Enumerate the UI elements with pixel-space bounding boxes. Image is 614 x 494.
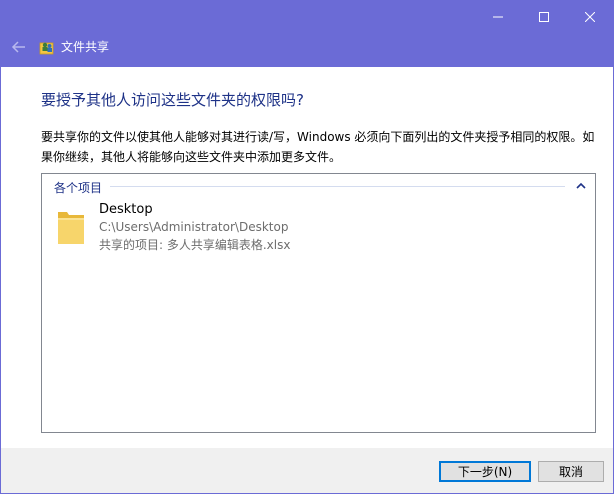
item-path: C:\Users\Administrator\Desktop <box>99 220 289 234</box>
back-button[interactable] <box>11 39 27 55</box>
list-item[interactable]: Desktop C:\Users\Administrator\Desktop 共… <box>56 202 576 252</box>
collapse-group-button[interactable] <box>575 180 587 192</box>
chevron-up-icon <box>576 182 586 189</box>
maximize-icon <box>539 12 549 22</box>
close-icon <box>585 12 595 22</box>
window-title: 文件共享 <box>61 40 110 54</box>
title-bar: 文件共享 <box>1 1 613 67</box>
item-shared-info: 共享的项目: 多人共享编辑表格.xlsx <box>99 238 291 252</box>
file-sharing-window: 文件共享 要授予其他人访问这些文件夹的权限吗? 要共享你的文件以使其他人能够对其… <box>0 0 614 494</box>
file-sharing-icon <box>39 39 55 55</box>
folder-icon <box>56 206 86 246</box>
folder-list[interactable]: 各个项目 Desktop C:\Users\Administrator\Desk… <box>41 173 596 433</box>
group-divider <box>110 186 565 187</box>
description-text: 要共享你的文件以使其他人能够对其进行读/写，Windows 必须向下面列出的文件… <box>41 130 595 164</box>
group-label: 各个项目 <box>54 181 103 195</box>
close-button[interactable] <box>567 1 613 33</box>
cancel-button[interactable]: 取消 <box>538 461 604 482</box>
dialog-footer: 下一步(N) 取消 <box>1 448 613 493</box>
minimize-button[interactable] <box>475 1 521 33</box>
minimize-icon <box>493 16 503 18</box>
maximize-button[interactable] <box>521 1 567 33</box>
window-controls <box>475 1 613 33</box>
item-name: Desktop <box>99 202 153 217</box>
group-header[interactable]: 各个项目 <box>54 179 102 196</box>
next-button[interactable]: 下一步(N) <box>439 461 531 482</box>
page-heading: 要授予其他人访问这些文件夹的权限吗? <box>41 91 304 109</box>
back-arrow-icon <box>11 41 25 53</box>
